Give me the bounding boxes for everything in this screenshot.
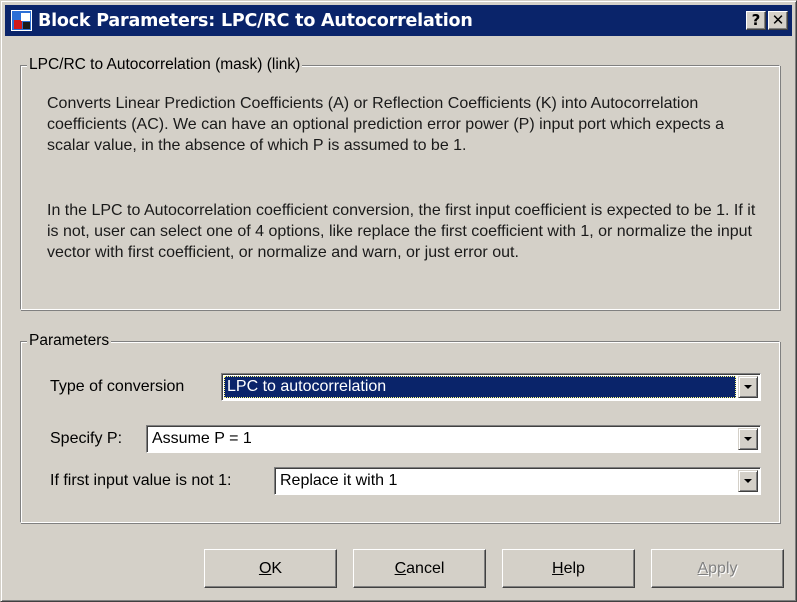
specify-p-value: Assume P = 1 [152,430,252,447]
first-input-dropdown[interactable]: Replace it with 1 [274,467,761,495]
first-input-value: Replace it with 1 [280,472,398,489]
ok-button[interactable]: OK [204,549,337,588]
window-title: Block Parameters: LPC/RC to Autocorrelat… [38,11,473,31]
description-paragraph-1: Converts Linear Prediction Coefficients … [47,95,725,154]
cancel-mnemonic: C [394,559,407,577]
description-paragraph-2: In the LPC to Autocorrelation coefficien… [47,202,756,261]
specify-p-dropdown[interactable]: Assume P = 1 [146,425,761,453]
apply-label-rest: pply [708,559,738,577]
help-icon[interactable]: ? [746,11,766,30]
help-button[interactable]: Help [502,549,635,588]
type-of-conversion-value: LPC to autocorrelation [227,378,387,395]
parameters-group-legend: Parameters [27,332,112,350]
help-label-rest: elp [563,559,585,577]
apply-mnemonic: A [697,559,709,577]
block-parameters-dialog: Block Parameters: LPC/RC to Autocorrelat… [0,0,797,602]
help-mnemonic: H [552,559,564,577]
description-group-legend: LPC/RC to Autocorrelation (mask) (link) [27,56,303,74]
first-input-label: If first input value is not 1: [50,472,232,489]
dropdown-arrow-icon[interactable] [738,376,758,398]
block-parameters-app-icon[interactable] [11,10,32,31]
ok-label-rest: K [271,559,283,577]
cancel-button[interactable]: Cancel [353,549,486,588]
ok-mnemonic: O [258,559,272,577]
title-bar[interactable]: Block Parameters: LPC/RC to Autocorrelat… [5,5,792,36]
cancel-label-rest: ancel [406,559,445,577]
apply-button: Apply [651,549,784,588]
close-icon[interactable]: ✕ [768,11,788,30]
type-of-conversion-label: Type of conversion [50,378,185,395]
dropdown-arrow-icon[interactable] [738,428,758,450]
specify-p-label: Specify P: [50,430,123,447]
dropdown-arrow-icon[interactable] [738,470,758,492]
type-of-conversion-dropdown[interactable]: LPC to autocorrelation [221,373,761,401]
